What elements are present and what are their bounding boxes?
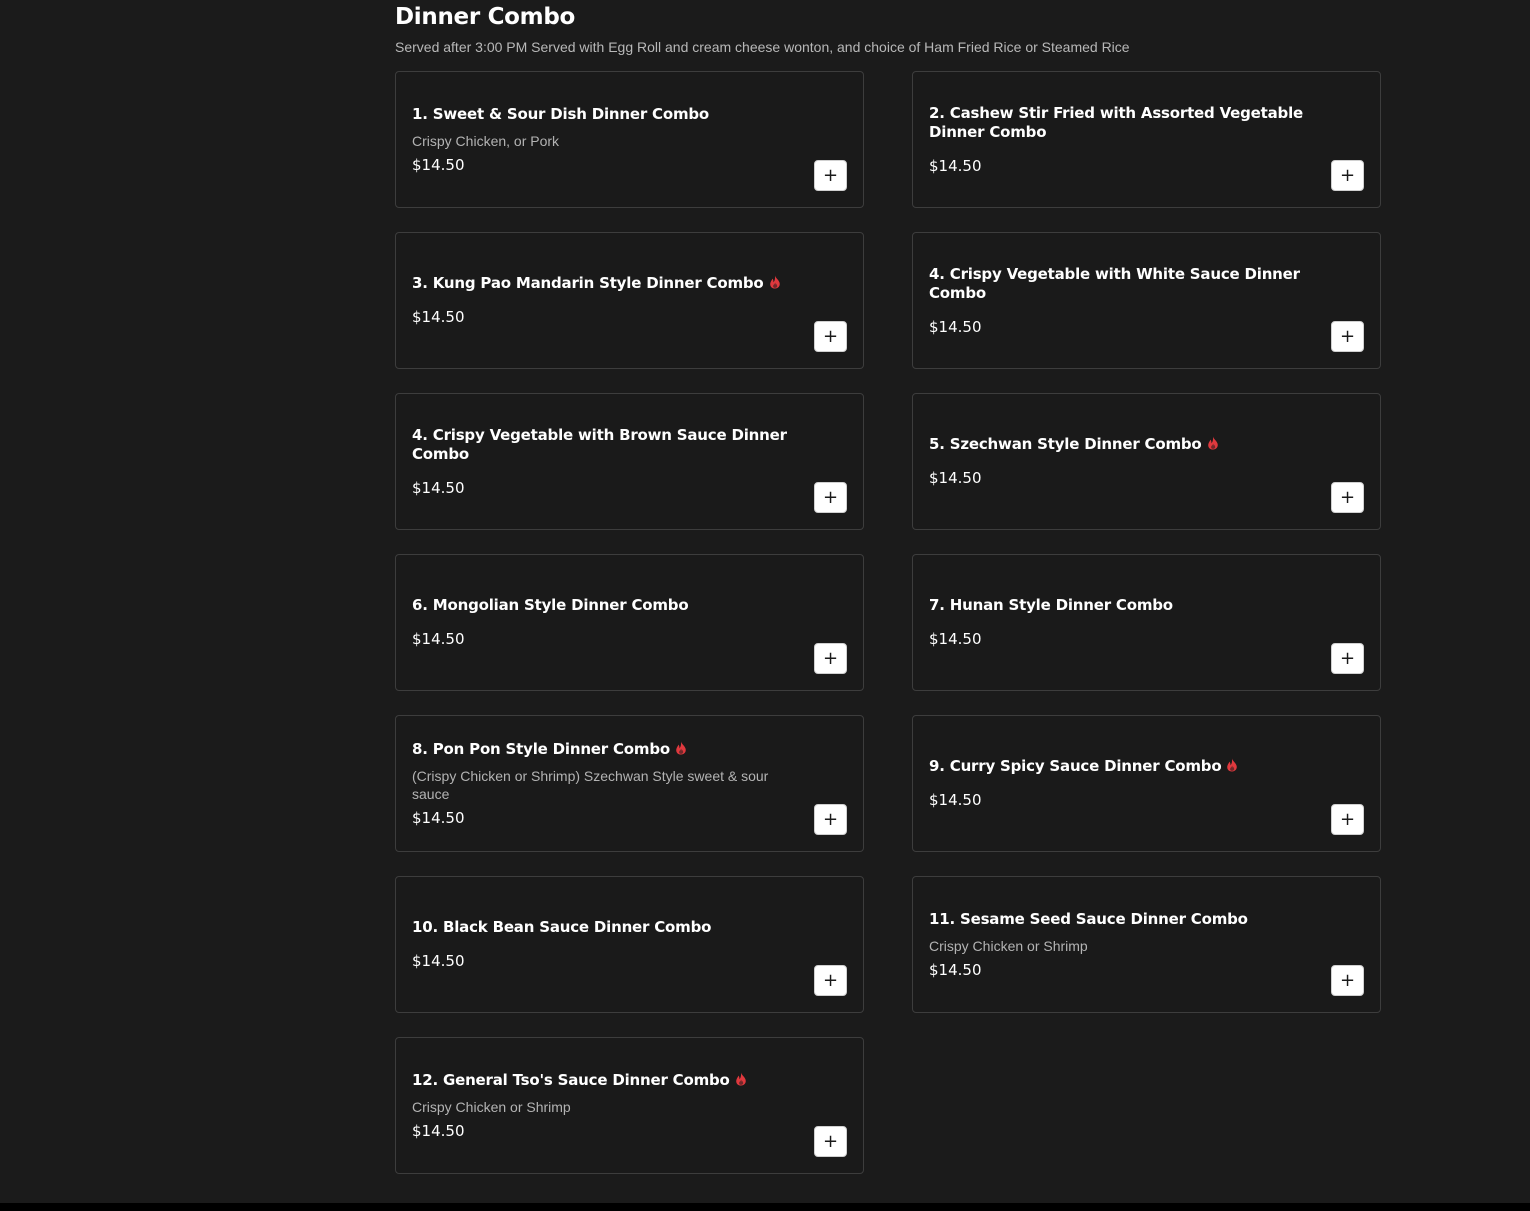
- menu-item-price: $14.50: [412, 808, 465, 827]
- add-to-cart-button[interactable]: +: [814, 643, 847, 674]
- spicy-flame-icon: [735, 1072, 746, 1085]
- menu-item-name-text: 11. Sesame Seed Sauce Dinner Combo: [929, 909, 1248, 928]
- add-to-cart-button[interactable]: +: [1331, 321, 1364, 352]
- section-title: Dinner Combo: [395, 4, 575, 30]
- menu-item-card-11[interactable]: 10. Black Bean Sauce Dinner Combo $14.50…: [395, 876, 864, 1013]
- add-to-cart-button[interactable]: +: [814, 160, 847, 191]
- menu-item-name: 4. Crispy Vegetable with Brown Sauce Din…: [412, 426, 793, 464]
- spicy-flame-icon: [676, 741, 686, 754]
- menu-item-name: 10. Black Bean Sauce Dinner Combo: [412, 918, 793, 937]
- menu-item-name-text: 4. Crispy Vegetable with White Sauce Din…: [929, 264, 1300, 302]
- menu-item-name-text: 6. Mongolian Style Dinner Combo: [412, 596, 689, 614]
- menu-item-name: 1. Sweet & Sour Dish Dinner Combo: [412, 105, 793, 124]
- spicy-flame-icon: [769, 275, 780, 289]
- add-to-cart-button[interactable]: +: [1331, 482, 1364, 513]
- add-to-cart-button[interactable]: +: [1331, 804, 1364, 835]
- menu-item-name: 11. Sesame Seed Sauce Dinner Combo: [929, 910, 1310, 929]
- section-subtitle: Served after 3:00 PM Served with Egg Rol…: [395, 39, 1130, 55]
- menu-item-price: $14.50: [412, 478, 465, 497]
- menu-item-price: $14.50: [929, 156, 982, 175]
- menu-item-name-text: 10. Black Bean Sauce Dinner Combo: [412, 918, 712, 936]
- footer-bar: [0, 1203, 1530, 1211]
- menu-item-card-13[interactable]: 12. General Tso's Sauce Dinner Combo Cri…: [395, 1037, 864, 1174]
- menu-item-price: $14.50: [412, 1121, 465, 1140]
- menu-item-card-12[interactable]: 11. Sesame Seed Sauce Dinner Combo Crisp…: [912, 876, 1381, 1013]
- add-to-cart-button[interactable]: +: [814, 482, 847, 513]
- menu-item-name-text: 5. Szechwan Style Dinner Combo: [929, 435, 1202, 453]
- menu-item-name: 7. Hunan Style Dinner Combo: [929, 596, 1310, 615]
- menu-item-name-text: 8. Pon Pon Style Dinner Combo: [412, 739, 670, 758]
- menu-item-description: Crispy Chicken or Shrimp: [929, 937, 1088, 954]
- menu-item-name: 4. Crispy Vegetable with White Sauce Din…: [929, 265, 1310, 303]
- menu-item-description: (Crispy Chicken or Shrimp) Szechwan Styl…: [412, 767, 769, 802]
- add-to-cart-button[interactable]: +: [1331, 965, 1364, 996]
- menu-item-card-5[interactable]: 4. Crispy Vegetable with Brown Sauce Din…: [395, 393, 864, 530]
- menu-item-name: 8. Pon Pon Style Dinner Combo: [412, 740, 793, 759]
- menu-item-name: 2. Cashew Stir Fried with Assorted Veget…: [929, 104, 1310, 142]
- menu-item-name-text: 7. Hunan Style Dinner Combo: [929, 596, 1173, 614]
- menu-item-name-text: 3. Kung Pao Mandarin Style Dinner Combo: [412, 274, 764, 292]
- menu-item-description: Crispy Chicken or Shrimp: [412, 1098, 571, 1115]
- menu-item-name: 5. Szechwan Style Dinner Combo: [929, 435, 1310, 454]
- menu-item-card-2[interactable]: 2. Cashew Stir Fried with Assorted Veget…: [912, 71, 1381, 208]
- menu-item-name-text: 12. General Tso's Sauce Dinner Combo: [412, 1070, 730, 1089]
- add-to-cart-button[interactable]: +: [814, 804, 847, 835]
- menu-item-name: 6. Mongolian Style Dinner Combo: [412, 596, 793, 615]
- menu-item-card-9[interactable]: 8. Pon Pon Style Dinner Combo (Crispy Ch…: [395, 715, 864, 852]
- spicy-flame-icon: [1227, 758, 1238, 772]
- menu-item-price: $14.50: [929, 960, 982, 979]
- add-to-cart-button[interactable]: +: [1331, 643, 1364, 674]
- menu-item-card-4[interactable]: 4. Crispy Vegetable with White Sauce Din…: [912, 232, 1381, 369]
- menu-item-price: $14.50: [412, 630, 465, 648]
- menu-item-card-10[interactable]: 9. Curry Spicy Sauce Dinner Combo $14.50…: [912, 715, 1381, 852]
- menu-item-price: $14.50: [412, 155, 465, 174]
- spicy-flame-icon: [1207, 436, 1218, 450]
- menu-item-price: $14.50: [412, 308, 465, 326]
- menu-item-name-text: 4. Crispy Vegetable with Brown Sauce Din…: [412, 425, 787, 463]
- menu-item-price: $14.50: [929, 791, 982, 809]
- menu-item-card-7[interactable]: 6. Mongolian Style Dinner Combo $14.50 +: [395, 554, 864, 691]
- add-to-cart-button[interactable]: +: [814, 965, 847, 996]
- menu-item-card-3[interactable]: 3. Kung Pao Mandarin Style Dinner Combo …: [395, 232, 864, 369]
- menu-item-name: 3. Kung Pao Mandarin Style Dinner Combo: [412, 274, 793, 293]
- menu-item-description: Crispy Chicken, or Pork: [412, 132, 560, 149]
- add-to-cart-button[interactable]: +: [1331, 160, 1364, 191]
- menu-item-name: 9. Curry Spicy Sauce Dinner Combo: [929, 757, 1310, 776]
- menu-item-grid: 1. Sweet & Sour Dish Dinner Combo Crispy…: [395, 71, 1381, 1174]
- menu-item-card-6[interactable]: 5. Szechwan Style Dinner Combo $14.50 +: [912, 393, 1381, 530]
- menu-item-name-text: 2. Cashew Stir Fried with Assorted Veget…: [929, 103, 1304, 141]
- menu-section-dinner-combo: Dinner Combo Served after 3:00 PM Served…: [395, 0, 1381, 1174]
- menu-item-name-text: 9. Curry Spicy Sauce Dinner Combo: [929, 757, 1222, 775]
- add-to-cart-button[interactable]: +: [814, 1126, 847, 1157]
- add-to-cart-button[interactable]: +: [814, 321, 847, 352]
- menu-item-name: 12. General Tso's Sauce Dinner Combo: [412, 1071, 793, 1090]
- menu-item-price: $14.50: [929, 317, 982, 336]
- menu-item-price: $14.50: [929, 469, 982, 487]
- menu-item-card-1[interactable]: 1. Sweet & Sour Dish Dinner Combo Crispy…: [395, 71, 864, 208]
- menu-item-price: $14.50: [929, 630, 982, 648]
- menu-item-price: $14.50: [412, 952, 465, 970]
- menu-item-card-8[interactable]: 7. Hunan Style Dinner Combo $14.50 +: [912, 554, 1381, 691]
- menu-item-name-text: 1. Sweet & Sour Dish Dinner Combo: [412, 104, 710, 123]
